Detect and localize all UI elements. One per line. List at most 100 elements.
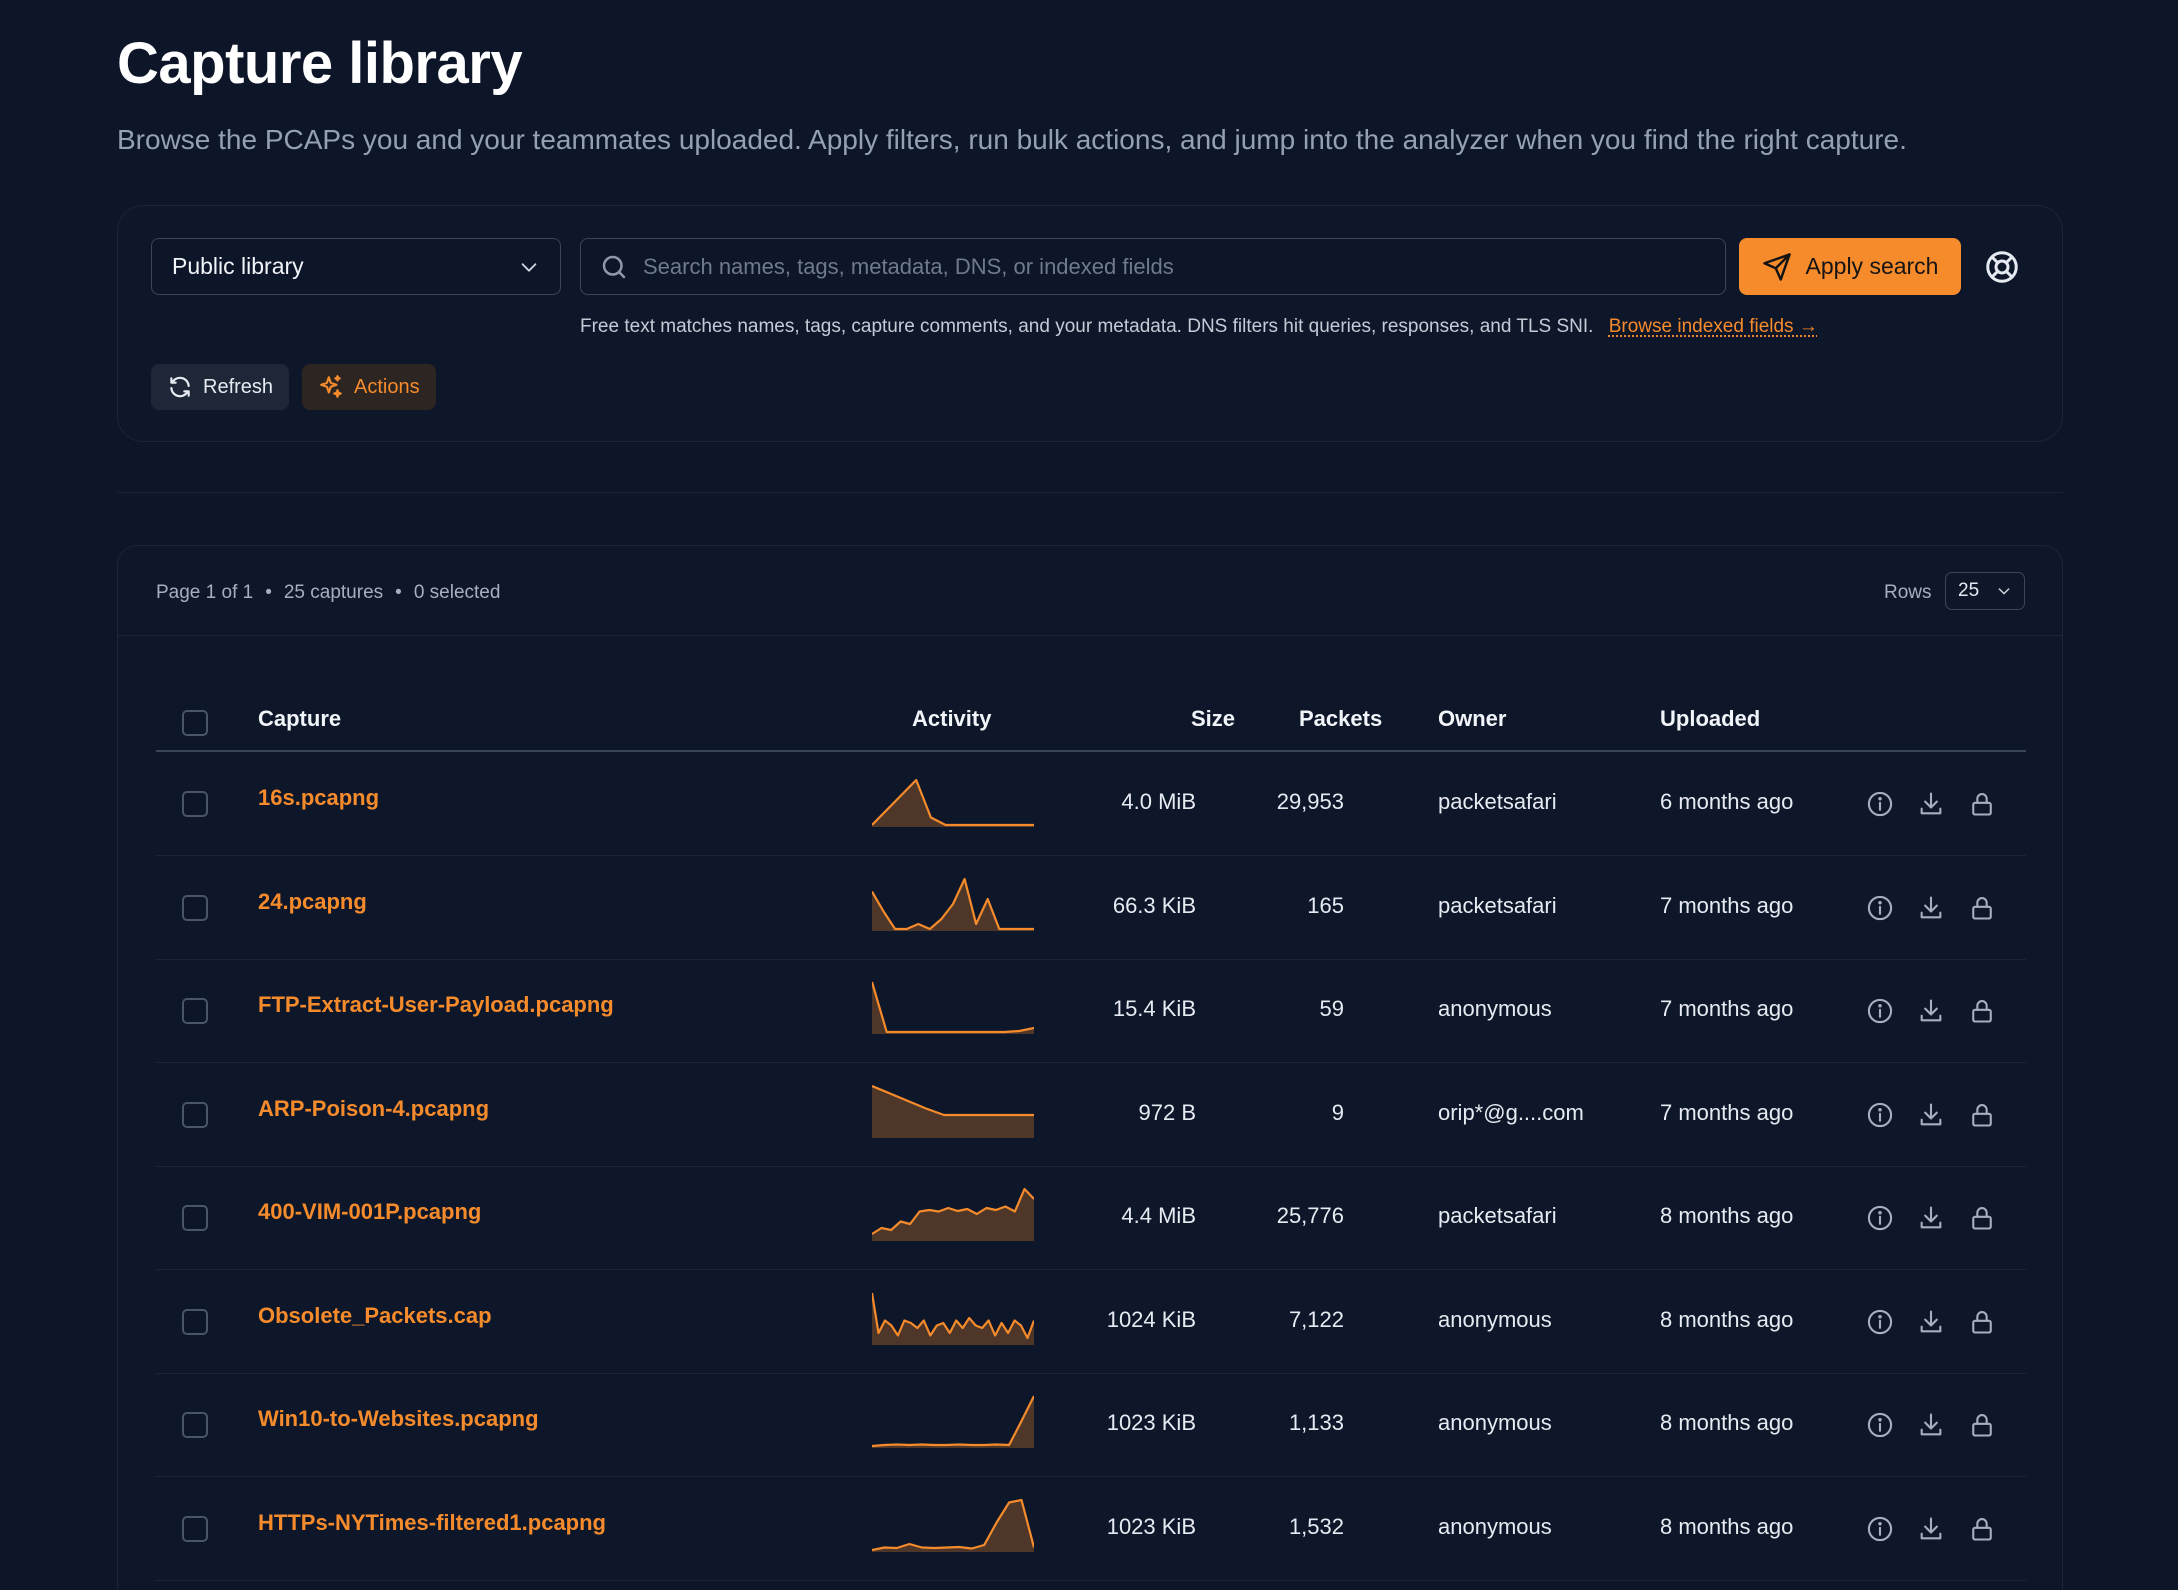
row-checkbox[interactable] [182,1412,208,1438]
row-checkbox[interactable] [182,791,208,817]
info-icon[interactable] [1866,1411,1894,1439]
paper-plane-icon [1762,252,1792,282]
filter-panel: Public library Apply search Free text ma… [117,205,2063,442]
select-all-checkbox[interactable] [182,710,208,736]
column-header-size[interactable]: Size [1191,706,1235,732]
info-icon[interactable] [1866,790,1894,818]
capture-uploaded: 7 months ago [1660,1100,1793,1126]
capture-packets: 29,953 [1277,789,1344,815]
lock-icon[interactable] [1968,790,1996,818]
sparkline-area [872,1086,1034,1138]
lock-icon[interactable] [1968,997,1996,1025]
column-header-owner[interactable]: Owner [1438,706,1506,732]
capture-packets: 9 [1332,1100,1344,1126]
search-hint: Free text matches names, tags, capture c… [580,316,1818,338]
info-icon[interactable] [1866,997,1894,1025]
capture-name-link[interactable]: 24.pcapng [258,889,367,915]
table-row[interactable]: Obsolete_Packets.cap 1024 KiB 7,122 anonymo… [156,1271,2026,1374]
info-icon[interactable] [1866,1204,1894,1232]
download-icon[interactable] [1917,1515,1945,1543]
capture-name-link[interactable]: HTTPs-NYTimes-filtered1.pcapng [258,1510,606,1536]
page-subtitle: Browse the PCAPs you and your teammates … [117,124,1907,156]
sparkline-line [872,1396,1034,1446]
table-row[interactable]: 400-VIM-001P.pcapng 4.4 MiB 25,776 packetsa… [156,1167,2026,1270]
sparkline-area [872,780,1034,827]
refresh-icon [167,374,193,400]
browse-indexed-fields-link[interactable]: Browse indexed fields → [1609,316,1818,337]
sparkline-line [872,982,1034,1032]
table-row[interactable]: HTTPs-NYTimes-filtered1.pcapng 1023 KiB 1,… [156,1478,2026,1581]
column-header-packets[interactable]: Packets [1299,706,1382,732]
capture-size: 15.4 KiB [1113,996,1196,1022]
activity-sparkline [872,1289,1034,1345]
capture-uploaded: 8 months ago [1660,1514,1793,1540]
capture-name-link[interactable]: 16s.pcapng [258,785,379,811]
life-buoy-icon[interactable] [1984,249,2020,285]
lock-icon[interactable] [1968,1101,1996,1129]
actions-label: Actions [354,376,420,399]
page-title: Capture library [117,30,522,97]
row-checkbox[interactable] [182,1309,208,1335]
apply-search-label: Apply search [1806,253,1939,280]
info-icon[interactable] [1866,1101,1894,1129]
row-checkbox[interactable] [182,895,208,921]
capture-size: 4.0 MiB [1121,789,1196,815]
capture-name-link[interactable]: 400-VIM-001P.pcapng [258,1199,481,1225]
column-header-capture[interactable]: Capture [258,706,341,732]
capture-owner: packetsafari [1438,893,1557,919]
search-box[interactable] [580,238,1726,295]
capture-size: 1023 KiB [1107,1410,1196,1436]
download-icon[interactable] [1917,790,1945,818]
row-checkbox[interactable] [182,1205,208,1231]
search-hint-text: Free text matches names, tags, capture c… [580,316,1593,337]
row-checkbox[interactable] [182,1102,208,1128]
activity-sparkline [872,1082,1034,1138]
download-icon[interactable] [1917,1204,1945,1232]
rows-per-page-select[interactable]: 25 [1945,572,2025,610]
capture-packets: 25,776 [1277,1203,1344,1229]
capture-name-link[interactable]: Win10-to-Websites.pcapng [258,1406,539,1432]
capture-name-link[interactable]: ARP-Poison-4.pcapng [258,1096,489,1122]
capture-size: 972 B [1139,1100,1197,1126]
capture-owner: anonymous [1438,1514,1552,1540]
download-icon[interactable] [1917,1308,1945,1336]
info-icon[interactable] [1866,894,1894,922]
table-row[interactable]: 16s.pcapng 4.0 MiB 29,953 packetsafari 6 mon… [156,753,2026,856]
library-select-value: Public library [172,253,304,280]
capture-packets: 1,133 [1289,1410,1344,1436]
pagination-summary: Page 1 of 1 • 25 captures • 0 selected [156,582,500,604]
capture-name-link[interactable]: Obsolete_Packets.cap [258,1303,492,1329]
info-icon[interactable] [1866,1515,1894,1543]
capture-packets: 7,122 [1289,1307,1344,1333]
table-row[interactable]: 24.pcapng 66.3 KiB 165 packetsafari 7 months… [156,857,2026,960]
capture-uploaded: 8 months ago [1660,1307,1793,1333]
refresh-button[interactable]: Refresh [151,364,289,410]
lock-icon[interactable] [1968,894,1996,922]
capture-size: 1024 KiB [1107,1307,1196,1333]
download-icon[interactable] [1917,894,1945,922]
apply-search-button[interactable]: Apply search [1739,238,1961,295]
lock-icon[interactable] [1968,1515,1996,1543]
sparkles-icon [318,374,344,400]
capture-size: 66.3 KiB [1113,893,1196,919]
actions-button[interactable]: Actions [302,364,436,410]
download-icon[interactable] [1917,1101,1945,1129]
capture-uploaded: 6 months ago [1660,789,1793,815]
row-checkbox[interactable] [182,1516,208,1542]
lock-icon[interactable] [1968,1411,1996,1439]
library-select[interactable]: Public library [151,238,561,295]
table-row[interactable]: FTP-Extract-User-Payload.pcapng 15.4 KiB 5… [156,960,2026,1063]
column-header-uploaded[interactable]: Uploaded [1660,706,1760,732]
table-row[interactable]: Win10-to-Websites.pcapng 1023 KiB 1,133 ano… [156,1374,2026,1477]
info-icon[interactable] [1866,1308,1894,1336]
search-input[interactable] [643,254,1725,280]
capture-owner: packetsafari [1438,1203,1557,1229]
capture-name-link[interactable]: FTP-Extract-User-Payload.pcapng [258,992,614,1018]
selected-count: 0 selected [414,582,501,603]
lock-icon[interactable] [1968,1308,1996,1336]
lock-icon[interactable] [1968,1204,1996,1232]
download-icon[interactable] [1917,997,1945,1025]
row-checkbox[interactable] [182,998,208,1024]
table-row[interactable]: ARP-Poison-4.pcapng 972 B 9 orip*@g....com 7… [156,1064,2026,1167]
download-icon[interactable] [1917,1411,1945,1439]
